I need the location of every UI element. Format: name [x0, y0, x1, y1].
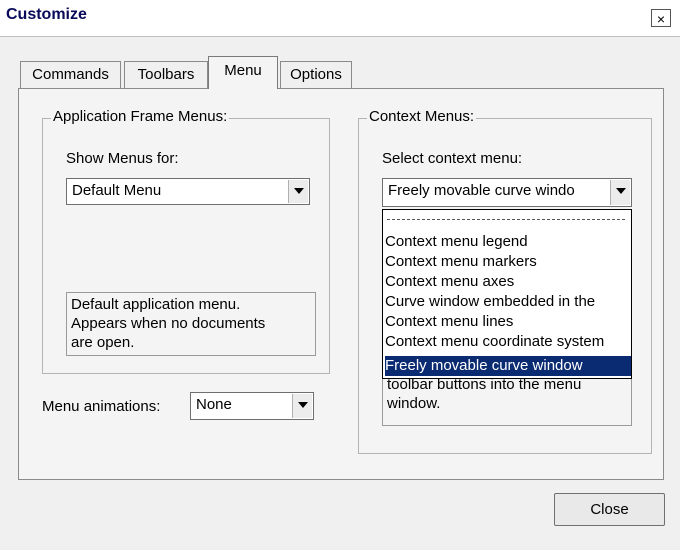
- show-menus-value: Default Menu: [72, 182, 162, 199]
- menu-animations-dropdown[interactable]: None: [190, 392, 314, 420]
- list-item[interactable]: Context menu legend: [385, 232, 631, 252]
- close-icon[interactable]: ×: [651, 9, 671, 27]
- tab-options[interactable]: Options: [280, 61, 352, 88]
- window-title: Customize: [6, 6, 87, 23]
- context-menus-legend: Context Menus:: [367, 108, 477, 125]
- show-menus-label: Show Menus for:: [66, 150, 179, 167]
- close-button[interactable]: Close: [554, 493, 665, 526]
- context-menu-value: Freely movable curve windo: [388, 182, 575, 199]
- menu-animations-label: Menu animations:: [42, 398, 161, 415]
- context-menu-list[interactable]: Context menu legend Context menu markers…: [382, 209, 632, 379]
- list-separator: [387, 219, 625, 220]
- list-item-selected[interactable]: Freely movable curve window: [385, 356, 631, 376]
- list-item[interactable]: Context menu markers: [385, 252, 631, 272]
- tab-commands[interactable]: Commands: [20, 61, 121, 88]
- context-menu-dropdown[interactable]: Freely movable curve windo: [382, 178, 632, 207]
- select-context-label: Select context menu:: [382, 150, 523, 167]
- tab-toolbars[interactable]: Toolbars: [124, 61, 208, 88]
- description-line: Default application menu.: [71, 296, 241, 313]
- list-item[interactable]: Context menu lines: [385, 312, 631, 332]
- chevron-down-icon[interactable]: [610, 180, 630, 205]
- list-item[interactable]: Context menu coordinate system: [385, 332, 631, 352]
- menu-animations-value: None: [196, 396, 232, 413]
- chevron-down-icon[interactable]: [292, 394, 312, 418]
- chevron-down-icon[interactable]: [288, 180, 308, 203]
- app-frame-menus-legend: Application Frame Menus:: [51, 108, 230, 125]
- tab-menu[interactable]: Menu: [208, 56, 278, 89]
- description-line: Appears when no documents: [71, 315, 266, 332]
- show-menus-dropdown[interactable]: Default Menu: [66, 178, 310, 205]
- app-menu-description: Default application menu. Appears when n…: [66, 292, 316, 356]
- list-item[interactable]: Context menu axes: [385, 272, 631, 292]
- description-line: window.: [387, 395, 441, 412]
- list-item[interactable]: Curve window embedded in the: [385, 292, 631, 312]
- title-bar: [0, 0, 680, 36]
- description-line: are open.: [71, 334, 135, 351]
